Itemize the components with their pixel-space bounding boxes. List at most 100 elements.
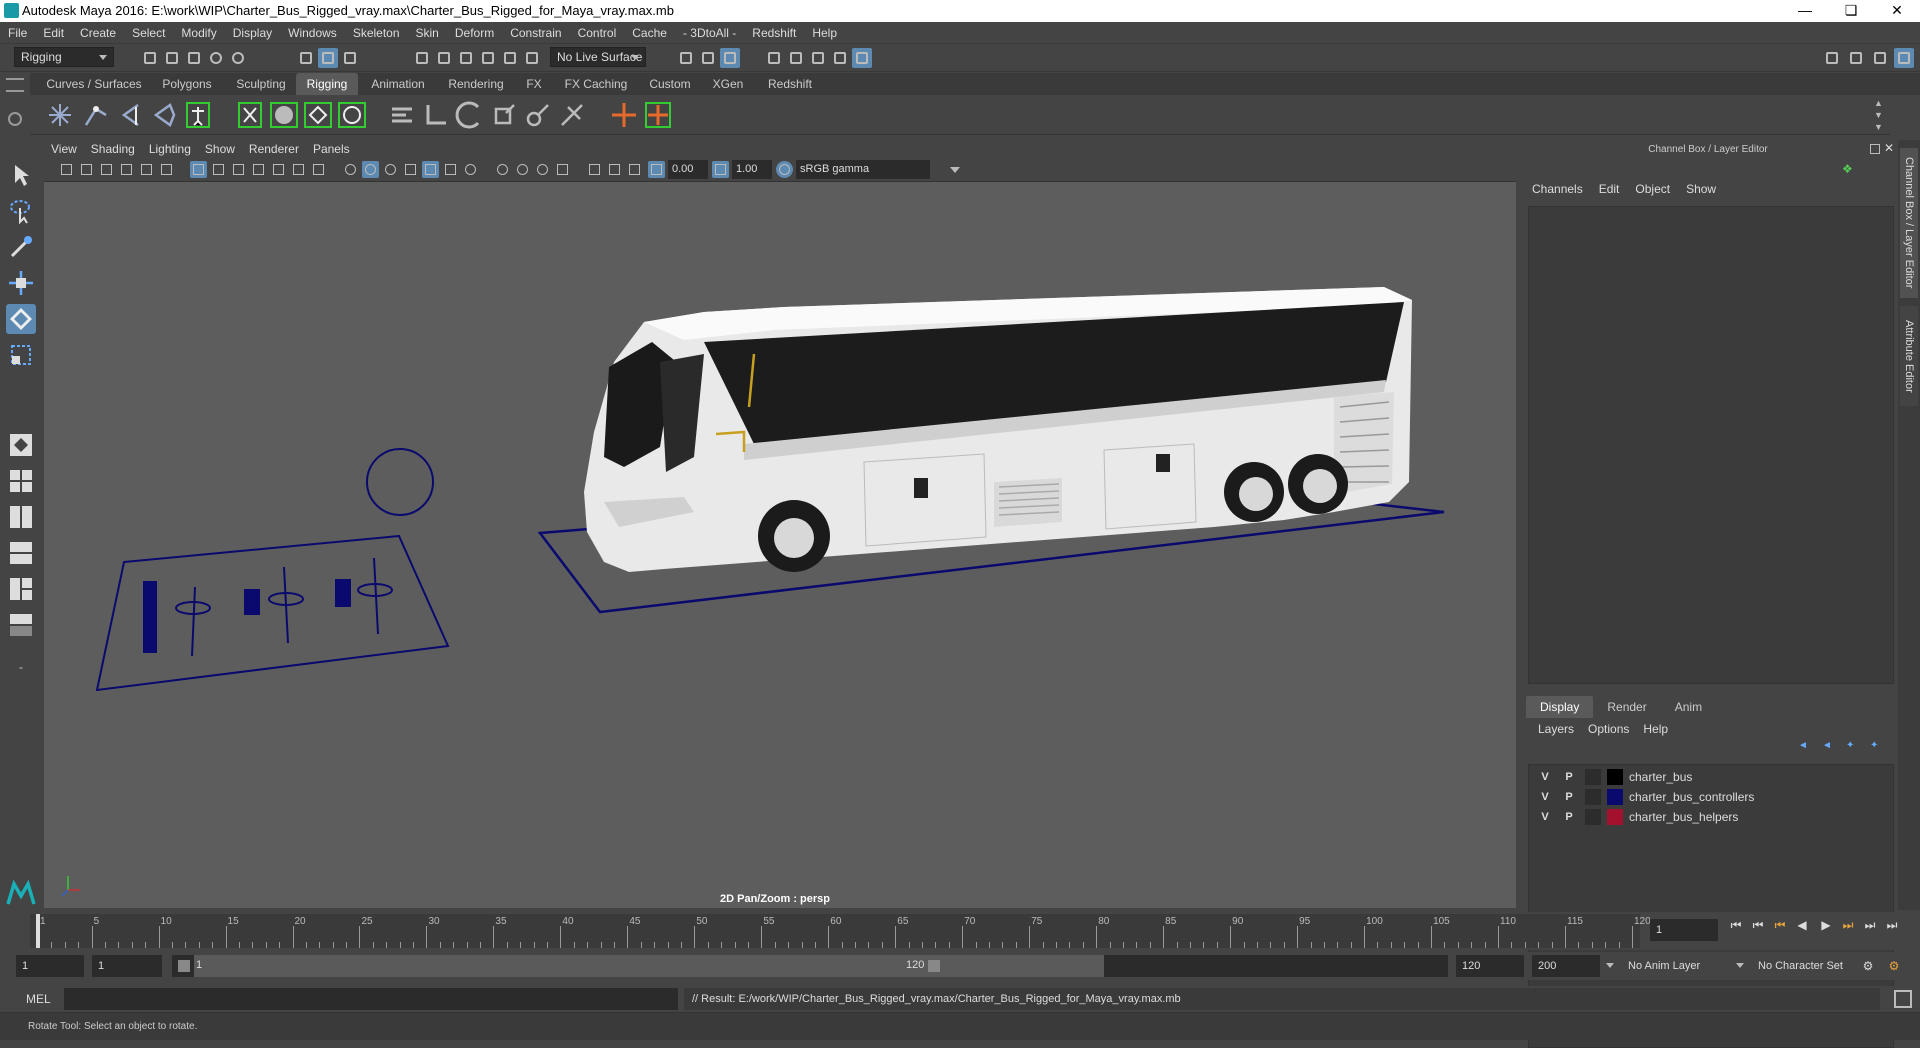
playback-start-field[interactable]: 1 xyxy=(92,955,162,977)
menu-constrain[interactable]: Constrain xyxy=(502,22,569,44)
two-pane-layout-icon[interactable] xyxy=(6,502,36,532)
tab-xgen[interactable]: XGen xyxy=(704,73,752,95)
layer-menu-layers[interactable]: Layers xyxy=(1538,722,1574,736)
new-layer-icon[interactable]: ✦ xyxy=(1846,740,1860,752)
step-back-key-icon[interactable]: ⏮ xyxy=(1772,917,1788,933)
cb-menu-object[interactable]: Object xyxy=(1635,182,1670,196)
render-settings-icon[interactable] xyxy=(808,48,828,68)
tab-render[interactable]: Render xyxy=(1593,696,1660,718)
shelf-menu-icon[interactable] xyxy=(6,78,24,92)
isolate-select-icon[interactable] xyxy=(554,161,571,178)
render-view-icon[interactable] xyxy=(720,48,740,68)
range-end-handle[interactable] xyxy=(928,960,940,972)
tab-fx[interactable]: FX xyxy=(516,73,552,95)
use-all-lights-icon[interactable] xyxy=(422,161,439,178)
add-influence-icon[interactable] xyxy=(608,99,640,131)
maximize-button[interactable]: ❏ xyxy=(1828,0,1874,22)
motion-blur-icon[interactable] xyxy=(494,161,511,178)
menu-select[interactable]: Select xyxy=(124,22,173,44)
construction-history-icon[interactable] xyxy=(698,48,718,68)
range-slider-bar-fill[interactable] xyxy=(194,955,1104,977)
paint-weights-icon[interactable] xyxy=(336,99,368,131)
vp-menu-panels[interactable]: Panels xyxy=(306,140,357,158)
xray-icon[interactable] xyxy=(586,161,603,178)
menu-control[interactable]: Control xyxy=(570,22,625,44)
time-ruler[interactable]: 1 5 10 15 20 25 30 35 40 45 50 55 60 65 70 75 80 85 90 95 10… xyxy=(30,914,1651,948)
gamma-field[interactable]: 1.00 xyxy=(732,160,772,179)
smooth-bind-icon[interactable] xyxy=(268,99,300,131)
end-time-field[interactable]: 200 xyxy=(1532,955,1600,977)
wireframe-icon[interactable] xyxy=(342,161,359,178)
close-panel-icon[interactable]: ✕ xyxy=(1884,141,1894,155)
layer-visibility-toggle[interactable]: V xyxy=(1537,769,1553,785)
camera-attributes-icon[interactable] xyxy=(78,161,95,178)
resolution-gate-icon[interactable] xyxy=(230,161,247,178)
exposure-field[interactable]: 0.00 xyxy=(668,160,708,179)
new-layer-selected-icon[interactable]: ✦ xyxy=(1870,740,1884,752)
tool-settings-toggle-icon[interactable] xyxy=(1870,48,1890,68)
point-constraint-icon[interactable] xyxy=(420,99,452,131)
current-time-indicator[interactable] xyxy=(36,914,40,948)
channel-box-area[interactable] xyxy=(1528,206,1894,684)
save-scene-icon[interactable] xyxy=(184,48,204,68)
character-set-dropdown[interactable]: No Character Set xyxy=(1752,955,1868,977)
hypershade-icon[interactable] xyxy=(830,48,850,68)
time-slider[interactable]: 1 5 10 15 20 25 30 35 40 45 50 55 60 65 70 75 80 85 90 95 10… xyxy=(0,912,1920,950)
move-layer-down-icon[interactable]: ◄ xyxy=(1822,740,1836,752)
tab-display[interactable]: Display xyxy=(1526,696,1594,718)
colorspace-dropdown[interactable]: sRGB gamma xyxy=(796,160,930,179)
range-start-handle[interactable] xyxy=(178,960,190,972)
vp-menu-shading[interactable]: Shading xyxy=(84,140,142,158)
orient-constraint-icon[interactable] xyxy=(454,99,486,131)
open-scene-icon[interactable] xyxy=(162,48,182,68)
snap-surface-icon[interactable] xyxy=(500,48,520,68)
persp-viewport[interactable]: 2D Pan/Zoom : persp xyxy=(44,182,1516,908)
vp-menu-renderer[interactable]: Renderer xyxy=(242,140,306,158)
menu-skin[interactable]: Skin xyxy=(408,22,447,44)
auto-key-icon[interactable]: ⚙ xyxy=(1860,958,1876,974)
layer-color-swatch[interactable] xyxy=(1607,809,1623,825)
range-slider[interactable]: 1 120 xyxy=(172,955,1448,977)
tab-sculpting[interactable]: Sculpting xyxy=(226,73,296,95)
input-ops-icon[interactable] xyxy=(676,48,696,68)
layer-menu-help[interactable]: Help xyxy=(1643,722,1668,736)
attribute-editor-toggle-icon[interactable] xyxy=(1846,48,1866,68)
menu-create[interactable]: Create xyxy=(72,22,124,44)
shadows-icon[interactable] xyxy=(442,161,459,178)
layer-playback-toggle[interactable]: P xyxy=(1561,789,1577,805)
shelf-scroll-icon[interactable]: ▲ ▼ ▼ xyxy=(1874,97,1884,133)
grid-toggle-icon[interactable] xyxy=(190,161,207,178)
shelf-settings-icon[interactable] xyxy=(8,112,22,126)
layer-type-toggle[interactable] xyxy=(1585,769,1601,785)
render-setup-icon[interactable] xyxy=(852,48,872,68)
menu-cache[interactable]: Cache xyxy=(624,22,675,44)
menu-modify[interactable]: Modify xyxy=(173,22,224,44)
menu-skeleton[interactable]: Skeleton xyxy=(345,22,408,44)
smooth-shade-icon[interactable] xyxy=(362,161,379,178)
channel-box-toggle-icon[interactable] xyxy=(1894,48,1914,68)
menu-file[interactable]: File xyxy=(0,22,35,44)
redo-icon[interactable] xyxy=(228,48,248,68)
safe-title-icon[interactable] xyxy=(310,161,327,178)
wireframe-on-shaded-icon[interactable] xyxy=(382,161,399,178)
step-forward-key-icon[interactable]: ⏭ xyxy=(1840,917,1856,933)
menu-edit[interactable]: Edit xyxy=(35,22,72,44)
gate-mask-icon[interactable] xyxy=(250,161,267,178)
tab-anim[interactable]: Anim xyxy=(1661,696,1716,718)
snap-view-icon[interactable] xyxy=(478,48,498,68)
go-to-start-icon[interactable]: ⏮ xyxy=(1728,917,1744,933)
select-hierarchy-icon[interactable] xyxy=(296,48,316,68)
tab-custom[interactable]: Custom xyxy=(640,73,700,95)
step-back-frame-icon[interactable]: ⏮ xyxy=(1750,917,1766,933)
menuset-dropdown[interactable]: Rigging xyxy=(14,47,114,67)
playback-end-field[interactable]: 120 xyxy=(1456,955,1524,977)
depth-of-field-icon[interactable] xyxy=(534,161,551,178)
outliner-layout-icon[interactable] xyxy=(6,538,36,568)
animation-prefs-icon[interactable]: ⚙ xyxy=(1886,958,1902,974)
go-to-end-icon[interactable]: ⏭ xyxy=(1884,917,1900,933)
lasso-tool-icon[interactable] xyxy=(6,196,36,226)
command-input[interactable] xyxy=(64,988,678,1010)
menu-deform[interactable]: Deform xyxy=(447,22,502,44)
snap-point-icon[interactable] xyxy=(456,48,476,68)
ambient-occlusion-icon[interactable] xyxy=(462,161,479,178)
